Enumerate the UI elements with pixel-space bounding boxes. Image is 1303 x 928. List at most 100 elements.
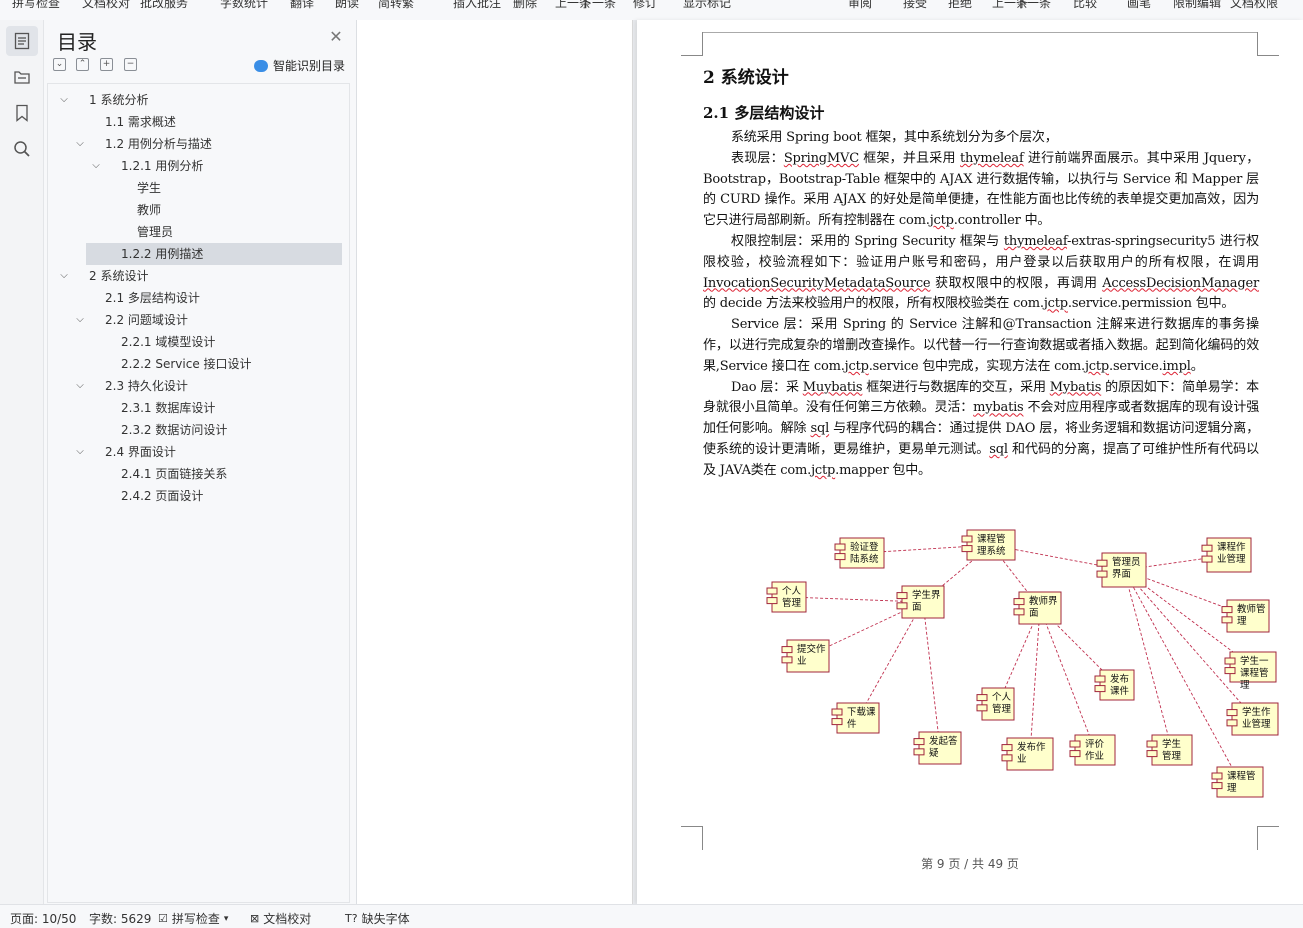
toc-item[interactable]: 2.3.1 数据库设计 — [48, 397, 349, 419]
navigation-icon[interactable] — [6, 62, 38, 92]
toc-item[interactable]: 2.1 多层结构设计 — [48, 287, 349, 309]
toc-item[interactable]: 2.3.2 数据访问设计 — [48, 419, 349, 441]
ribbon-item[interactable]: 下一条 — [580, 0, 616, 11]
word-count[interactable]: 字数: 5629 — [89, 910, 151, 927]
component-tab-icon — [961, 535, 973, 543]
ribbon-item[interactable]: 比较 — [1073, 0, 1097, 11]
chevron-down-icon[interactable]: ⌵ — [74, 375, 86, 397]
ribbon-item[interactable]: 文档校对 — [82, 0, 130, 11]
component-label: 件 — [847, 718, 857, 730]
ribbon-item[interactable]: 修订 — [633, 0, 657, 11]
chevron-down-icon[interactable]: ⌵ — [74, 441, 86, 463]
crop-mark — [681, 32, 703, 56]
page-indicator[interactable]: 页面: 10/50 — [10, 910, 76, 927]
toc-item[interactable]: 2.4.1 页面链接关系 — [48, 463, 349, 485]
remove-heading-icon[interactable]: − — [124, 58, 137, 71]
toc-item[interactable]: ⌵ 2 系统设计 — [48, 265, 349, 287]
component-label: 管理 — [1162, 750, 1182, 762]
component-node: 发布课件 — [1094, 669, 1135, 701]
component-tab-icon — [961, 545, 973, 553]
close-icon[interactable]: ✕ — [327, 28, 345, 46]
ribbon-item[interactable]: 文档权限 — [1230, 0, 1278, 11]
add-heading-icon[interactable]: + — [100, 58, 113, 71]
ribbon-item[interactable]: 简转繁 — [378, 0, 414, 11]
toc-item[interactable]: ⌵ 2.4 界面设计 — [48, 441, 349, 463]
toc-item[interactable]: 2.2.1 域模型设计 — [48, 331, 349, 353]
toc-item[interactable]: 管理员 — [48, 221, 349, 243]
spell-check-button[interactable]: ☑ 拼写检查 ▾ — [158, 910, 228, 927]
toc-item[interactable]: 2.2.2 Service 接口设计 — [48, 353, 349, 375]
component-tab-icon — [1069, 740, 1081, 748]
component-label: 学生作 — [1242, 706, 1271, 718]
dependency-edge — [1039, 607, 1096, 751]
ribbon-item[interactable]: 删除 — [513, 0, 537, 11]
ribbon-item[interactable]: 接受 — [903, 0, 927, 11]
component-tab-icon — [976, 694, 988, 702]
component-tab-icon — [1094, 675, 1106, 683]
ribbon-item[interactable]: 画笔 — [1127, 0, 1151, 11]
ribbon-item[interactable]: 审阅 — [848, 0, 872, 11]
component-node: 学生一课程管理 — [1224, 651, 1277, 691]
ribbon-item[interactable]: 拼写检查 — [12, 0, 60, 11]
toc-item[interactable]: 2.4.2 页面设计 — [48, 485, 349, 507]
component-node: 提交作业 — [781, 639, 830, 673]
chevron-down-icon[interactable]: ⌵ — [90, 155, 102, 177]
ribbon-item[interactable]: 限制编辑 — [1173, 0, 1221, 11]
ribbon-item[interactable]: 显示标记 — [683, 0, 731, 11]
chevron-down-icon[interactable]: ⌵ — [74, 309, 86, 331]
toc-item[interactable]: ⌵ 2.2 问题域设计 — [48, 309, 349, 331]
toc-item[interactable]: 学生 — [48, 177, 349, 199]
ribbon-item[interactable]: 下一条 — [1015, 0, 1051, 11]
ribbon-item[interactable]: 翻译 — [290, 0, 314, 11]
toc-item[interactable]: 1.1 需求概述 — [48, 111, 349, 133]
component-node: 课程管理系统 — [961, 529, 1016, 561]
proofread-icon: ⊠ — [250, 912, 260, 925]
toc-item-label: 教师 — [137, 203, 162, 217]
component-tab-icon — [1221, 606, 1233, 614]
component-label: 面 — [912, 602, 922, 613]
component-tab-icon — [781, 646, 793, 654]
component-label: 界面 — [1112, 569, 1131, 580]
toc-item[interactable]: ⌵ 1 系统分析 — [48, 89, 349, 111]
header-line — [703, 32, 1257, 33]
component-tab-icon — [913, 738, 925, 746]
panel-gap — [357, 20, 633, 904]
collapse-all-icon[interactable]: ⌄ — [53, 58, 66, 71]
component-label: 课程管 — [1227, 770, 1256, 782]
toc-item[interactable]: ⌵ 1.2 用例分析与描述 — [48, 133, 349, 155]
chevron-down-icon[interactable]: ⌵ — [58, 265, 70, 287]
toc-item-selected[interactable]: 1.2.2 用例描述 — [86, 243, 342, 265]
bookmark-icon[interactable] — [6, 98, 38, 128]
component-tab-icon — [831, 718, 843, 726]
component-tab-icon — [913, 748, 925, 756]
component-label: 教师界 — [1029, 595, 1058, 607]
proofread-button[interactable]: ⊠ 文档校对 — [250, 910, 311, 927]
component-tab-icon — [1201, 544, 1213, 552]
component-tab-icon — [781, 656, 793, 664]
ribbon-item[interactable]: 批改服务 — [140, 0, 188, 11]
missing-font-button[interactable]: T? 缺失字体 — [345, 910, 410, 927]
expand-up-icon[interactable]: ⌃ — [76, 58, 89, 71]
toc-icon[interactable] — [6, 26, 38, 56]
toc-item[interactable]: ⌵ 1.2.1 用例分析 — [48, 155, 349, 177]
component-node: 学生界面 — [896, 585, 945, 619]
ribbon-item[interactable]: 插入批注 — [453, 0, 501, 11]
component-label: 理 — [1227, 783, 1237, 794]
component-label: 个人 — [992, 692, 1012, 703]
missing-font-icon: T? — [345, 912, 358, 925]
chevron-down-icon[interactable]: ⌵ — [74, 133, 86, 155]
toc-item[interactable]: ⌵ 2.3 持久化设计 — [48, 375, 349, 397]
component-tab-icon — [1013, 608, 1025, 616]
smart-toc-button[interactable]: 智能识别目录 — [254, 57, 345, 74]
toc-item-label: 1.2 用例分析与描述 — [105, 137, 212, 151]
chevron-down-icon[interactable]: ⌵ — [58, 89, 70, 111]
component-label: 评价 — [1085, 739, 1105, 750]
component-tab-icon — [1224, 657, 1236, 665]
ribbon-toolbar: 拼写检查 文档校对 批改服务 字数统计 翻译 朗读 简转繁 插入批注 删除 上一条 下一条 修订 显示标… — [0, 0, 1303, 20]
component-label: 管理员 — [1112, 556, 1141, 568]
ribbon-item[interactable]: 字数统计 — [220, 0, 268, 11]
ribbon-item[interactable]: 拒绝 — [948, 0, 972, 11]
ribbon-item[interactable]: 朗读 — [335, 0, 359, 11]
toc-item[interactable]: 教师 — [48, 199, 349, 221]
search-icon[interactable] — [6, 134, 38, 164]
